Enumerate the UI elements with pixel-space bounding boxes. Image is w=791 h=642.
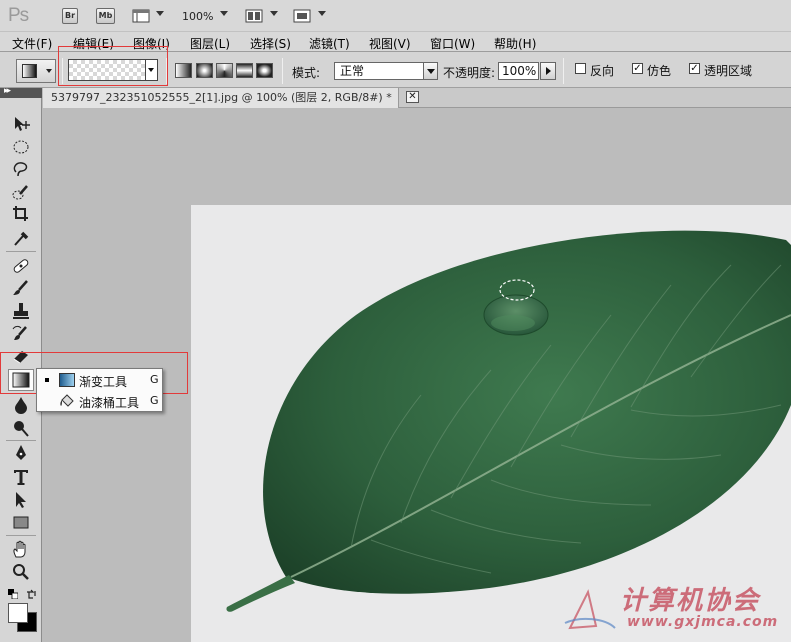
- zoom-caret-icon[interactable]: [220, 11, 228, 16]
- active-bullet-icon: [45, 378, 49, 382]
- application-bar: Ps Br Mb 100%: [0, 0, 791, 32]
- screen-mode-caret-icon[interactable]: [318, 11, 326, 16]
- tool-divider: [6, 440, 36, 441]
- menu-window[interactable]: 窗口(W): [430, 35, 475, 52]
- tool-divider: [6, 251, 36, 252]
- menu-file[interactable]: 文件(F): [12, 35, 52, 52]
- arrange-documents-icon[interactable]: [245, 8, 263, 24]
- lasso-tool-icon[interactable]: [10, 159, 32, 179]
- tool-flyout-menu: 渐变工具 G 油漆桶工具 G: [36, 368, 163, 412]
- healing-brush-tool-icon[interactable]: [10, 256, 32, 276]
- radial-gradient-icon[interactable]: [196, 63, 213, 78]
- divider: [282, 58, 283, 84]
- foreground-color-swatch[interactable]: [8, 603, 28, 623]
- mode-value: 正常: [340, 64, 365, 78]
- chevron-down-icon: [46, 69, 52, 73]
- reverse-label: 反向: [590, 64, 615, 78]
- reflected-gradient-icon[interactable]: [236, 63, 253, 78]
- swap-colors-icon[interactable]: [26, 589, 36, 599]
- blur-tool-icon[interactable]: [10, 395, 32, 415]
- opacity-slider-arrow-icon[interactable]: [540, 62, 556, 80]
- flyout-item-shortcut: G: [150, 394, 159, 407]
- linear-gradient-icon[interactable]: [175, 63, 192, 78]
- tool-preset-picker[interactable]: [16, 59, 56, 83]
- crop-tool-icon[interactable]: [10, 204, 32, 224]
- flyout-item-paint-bucket-tool[interactable]: 油漆桶工具 G: [37, 391, 162, 412]
- clone-stamp-tool-icon[interactable]: [10, 301, 32, 321]
- reverse-checkbox[interactable]: [575, 63, 586, 74]
- dither-label: 仿色: [647, 64, 672, 78]
- zoom-tool-icon[interactable]: [10, 562, 32, 582]
- watermark-url: www.gxjmca.com: [627, 614, 779, 630]
- menu-select[interactable]: 选择(S): [250, 35, 291, 52]
- pen-tool-icon[interactable]: [10, 443, 32, 463]
- divider: [563, 58, 564, 84]
- diamond-gradient-icon[interactable]: [256, 63, 273, 78]
- dodge-tool-icon[interactable]: [10, 418, 32, 438]
- paint-bucket-icon: [60, 394, 74, 407]
- move-tool-icon[interactable]: [10, 114, 32, 134]
- type-tool-icon[interactable]: [10, 467, 32, 487]
- minibridge-button[interactable]: Mb: [96, 8, 115, 24]
- leaf-image: [191, 205, 791, 642]
- mode-label: 模式:: [292, 66, 321, 80]
- history-brush-tool-icon[interactable]: [10, 324, 32, 344]
- watermark-title: 计算机协会: [620, 586, 761, 616]
- tool-divider: [6, 535, 36, 536]
- opacity-label: 不透明度:: [443, 66, 496, 80]
- gradient-tool-icon: [59, 373, 75, 387]
- chevron-down-icon[interactable]: [423, 63, 437, 79]
- gradient-tool-icon: [22, 64, 37, 78]
- flyout-item-label: 渐变工具: [79, 375, 128, 389]
- transparency-checkbox[interactable]: ✓: [689, 63, 700, 74]
- quick-selection-tool-icon[interactable]: [10, 182, 32, 202]
- zoom-level[interactable]: 100%: [182, 10, 213, 23]
- photoshop-logo: Ps: [8, 5, 29, 26]
- highlight-box-gradient-picker: [58, 46, 168, 86]
- opacity-input[interactable]: 100%: [498, 62, 539, 80]
- menu-help[interactable]: 帮助(H): [494, 35, 536, 52]
- rectangle-tool-icon[interactable]: [10, 512, 32, 532]
- eyedropper-tool-icon[interactable]: [10, 228, 32, 248]
- hand-tool-icon[interactable]: [10, 539, 32, 559]
- divider: [166, 58, 167, 84]
- brush-tool-icon[interactable]: [10, 278, 32, 298]
- document-canvas[interactable]: [191, 205, 791, 642]
- flyout-item-label: 油漆桶工具: [79, 396, 140, 410]
- menu-filter[interactable]: 滤镜(T): [309, 35, 350, 52]
- flyout-item-gradient-tool[interactable]: 渐变工具 G: [37, 370, 162, 391]
- document-tab[interactable]: 5379797_232351052555_2[1].jpg @ 100% (图层…: [43, 88, 399, 108]
- collapse-panel-icon[interactable]: ▸▸: [4, 86, 11, 96]
- path-selection-tool-icon[interactable]: [10, 490, 32, 510]
- menu-view[interactable]: 视图(V): [369, 35, 411, 52]
- marquee-tool-icon[interactable]: [10, 137, 32, 157]
- bridge-button[interactable]: Br: [62, 8, 78, 24]
- transparency-label: 透明区域: [704, 64, 753, 78]
- screen-mode-icon[interactable]: [293, 8, 311, 24]
- view-extras-icon[interactable]: [132, 8, 150, 24]
- arrange-caret-icon[interactable]: [270, 11, 278, 16]
- mode-select[interactable]: 正常: [334, 62, 438, 80]
- default-colors-icon[interactable]: [8, 589, 18, 599]
- view-extras-caret-icon[interactable]: [156, 11, 164, 16]
- flyout-item-shortcut: G: [150, 373, 159, 386]
- dither-checkbox[interactable]: ✓: [632, 63, 643, 74]
- menu-layer[interactable]: 图层(L): [190, 35, 230, 52]
- angle-gradient-icon[interactable]: [216, 63, 233, 78]
- close-icon[interactable]: ✕: [406, 91, 419, 103]
